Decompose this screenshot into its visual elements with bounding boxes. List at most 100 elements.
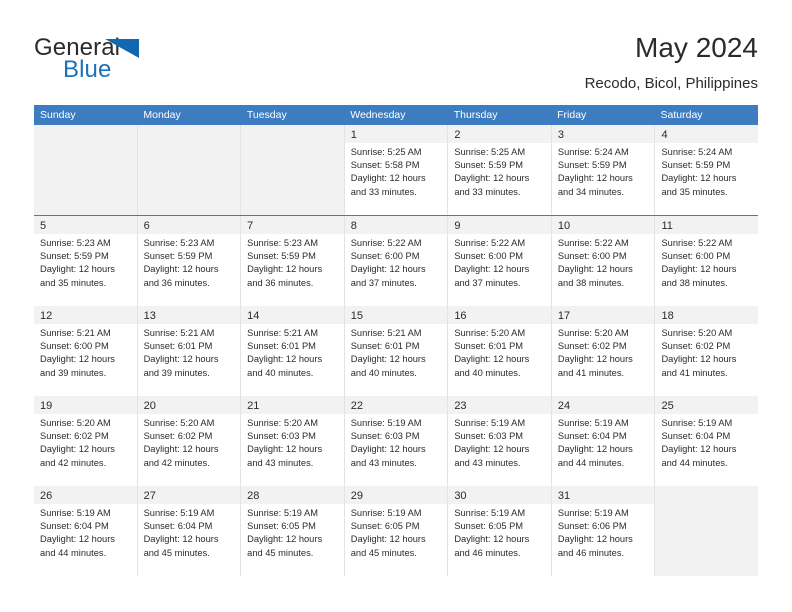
daylight-text-line2: and 34 minutes. xyxy=(557,186,625,197)
day-cell[interactable]: 30 Sunrise: 5:19 AM Sunset: 6:05 PM Dayligh… xyxy=(447,486,551,576)
day-number-bar: 13 xyxy=(137,306,241,324)
day-cell[interactable]: 19 Sunrise: 5:20 AM Sunset: 6:02 PM Dayligh… xyxy=(34,396,137,486)
day-number-bar: 21 xyxy=(241,396,344,414)
day-info: Sunrise: 5:21 AM Sunset: 6:01 PM Daylight:… xyxy=(138,324,241,380)
day-cell[interactable]: 6 Sunrise: 5:23 AM Sunset: 5:59 PM Daylight… xyxy=(136,216,241,306)
day-cell[interactable]: 24 Sunrise: 5:19 AM Sunset: 6:04 PM Dayligh… xyxy=(550,396,655,486)
day-info: Sunrise: 5:19 AM Sunset: 6:04 PM Daylight:… xyxy=(34,504,137,560)
sunset-text: Sunset: 5:59 PM xyxy=(143,251,213,262)
day-cell[interactable]: 28 Sunrise: 5:19 AM Sunset: 6:05 PM Dayligh… xyxy=(240,486,344,576)
day-cell[interactable]: 23 Sunrise: 5:19 AM Sunset: 6:03 PM Dayligh… xyxy=(447,396,551,486)
daylight-text-line2: and 38 minutes. xyxy=(661,277,728,288)
daylight-text-line2: and 39 minutes. xyxy=(40,367,107,378)
daylight-text-line2: and 40 minutes. xyxy=(350,367,417,378)
day-info: Sunrise: 5:20 AM Sunset: 6:02 PM Daylight:… xyxy=(138,414,241,470)
sunset-text: Sunset: 6:02 PM xyxy=(661,341,731,352)
day-number-bar: 10 xyxy=(551,216,655,234)
sunset-text: Sunset: 5:58 PM xyxy=(350,160,420,171)
day-cell[interactable]: 25 Sunrise: 5:19 AM Sunset: 6:04 PM Dayligh… xyxy=(654,396,759,486)
sunrise-text: Sunrise: 5:19 AM xyxy=(247,508,318,518)
day-cell[interactable]: 3 Sunrise: 5:24 AM Sunset: 5:59 PM Daylight… xyxy=(550,125,655,215)
day-cell[interactable]: 12 Sunrise: 5:21 AM Sunset: 6:00 PM Dayligh… xyxy=(34,306,137,396)
sunset-text: Sunset: 5:59 PM xyxy=(40,251,109,262)
weekday-header-monday: Monday xyxy=(143,109,181,121)
day-number: 27 xyxy=(143,490,156,502)
day-cell[interactable]: 13 Sunrise: 5:21 AM Sunset: 6:01 PM Dayligh… xyxy=(136,306,241,396)
day-cell[interactable]: 10 Sunrise: 5:22 AM Sunset: 6:00 PM Dayligh… xyxy=(550,216,655,306)
sunset-text: Sunset: 6:03 PM xyxy=(454,431,524,442)
daylight-text-line2: and 42 minutes. xyxy=(40,457,107,468)
sunset-text: Sunset: 6:00 PM xyxy=(40,341,109,352)
day-cell[interactable]: 1 Sunrise: 5:25 AM Sunset: 5:58 PM Daylight… xyxy=(343,125,448,215)
day-number: 21 xyxy=(247,400,260,412)
day-cell[interactable]: 8 Sunrise: 5:22 AM Sunset: 6:00 PM Daylight… xyxy=(343,216,448,306)
sunrise-text: Sunrise: 5:19 AM xyxy=(661,418,733,428)
day-number: 12 xyxy=(40,310,53,322)
sunset-text: Sunset: 6:01 PM xyxy=(454,341,524,352)
day-cell[interactable]: 2 Sunrise: 5:25 AM Sunset: 5:59 PM Daylight… xyxy=(447,125,551,215)
day-cell[interactable]: 31 Sunrise: 5:19 AM Sunset: 6:06 PM Dayligh… xyxy=(550,486,655,576)
sunrise-text: Sunrise: 5:19 AM xyxy=(557,508,629,518)
sunrise-text: Sunrise: 5:25 AM xyxy=(350,147,422,157)
day-number: 22 xyxy=(350,400,363,412)
day-cell[interactable]: 7 Sunrise: 5:23 AM Sunset: 5:59 PM Daylight… xyxy=(240,216,344,306)
day-number: 9 xyxy=(454,220,461,232)
sunrise-text: Sunrise: 5:20 AM xyxy=(143,418,215,428)
day-cell[interactable]: 17 Sunrise: 5:20 AM Sunset: 6:02 PM Dayligh… xyxy=(550,306,655,396)
sunrise-text: Sunrise: 5:24 AM xyxy=(661,147,733,157)
day-number: 17 xyxy=(557,310,571,322)
daylight-text-line1: Daylight: 12 hours xyxy=(661,173,737,184)
day-cell[interactable]: 9 Sunrise: 5:22 AM Sunset: 6:00 PM Daylight… xyxy=(447,216,551,306)
day-cell[interactable]: 27 Sunrise: 5:19 AM Sunset: 6:04 PM Dayligh… xyxy=(136,486,241,576)
day-info: Sunrise: 5:20 AM Sunset: 6:02 PM Daylight:… xyxy=(552,324,655,380)
day-cell[interactable]: 16 Sunrise: 5:20 AM Sunset: 6:01 PM Dayligh… xyxy=(447,306,551,396)
day-number: 2 xyxy=(454,129,461,141)
calendar-week-row: 12 Sunrise: 5:21 AM Sunset: 6:00 PM Dayligh… xyxy=(34,305,759,396)
day-cell[interactable]: 29 Sunrise: 5:19 AM Sunset: 6:05 PM Dayligh… xyxy=(343,486,448,576)
sunrise-text: Sunrise: 5:20 AM xyxy=(454,328,526,338)
sunrise-text: Sunrise: 5:20 AM xyxy=(40,418,111,428)
day-number: 20 xyxy=(143,400,156,412)
day-info: Sunrise: 5:19 AM Sunset: 6:04 PM Daylight:… xyxy=(655,414,758,470)
daylight-text-line2: and 35 minutes. xyxy=(661,186,728,197)
day-info: Sunrise: 5:22 AM Sunset: 6:00 PM Daylight:… xyxy=(448,234,551,290)
sunrise-text: Sunrise: 5:22 AM xyxy=(661,238,733,248)
sunrise-text: Sunrise: 5:19 AM xyxy=(350,508,422,518)
day-cell[interactable]: 5 Sunrise: 5:23 AM Sunset: 5:59 PM Daylight… xyxy=(34,216,137,306)
daylight-text-line1: Daylight: 12 hours xyxy=(350,444,426,455)
day-cell[interactable]: 15 Sunrise: 5:21 AM Sunset: 6:01 PM Dayligh… xyxy=(343,306,448,396)
daylight-text-line1: Daylight: 12 hours xyxy=(40,264,115,275)
brand-logo[interactable]: General Blue xyxy=(34,34,194,94)
day-number: 30 xyxy=(454,490,467,502)
calendar-weeks: 1 Sunrise: 5:25 AM Sunset: 5:58 PM Daylight… xyxy=(34,125,759,576)
daylight-text-line2: and 40 minutes. xyxy=(454,367,521,378)
day-cell[interactable]: 11 Sunrise: 5:22 AM Sunset: 6:00 PM Dayligh… xyxy=(654,216,759,306)
daylight-text-line1: Daylight: 12 hours xyxy=(454,534,530,545)
day-number-bar: 25 xyxy=(655,396,759,414)
day-number: 5 xyxy=(40,220,47,232)
day-cell[interactable]: 21 Sunrise: 5:20 AM Sunset: 6:03 PM Dayligh… xyxy=(240,396,344,486)
sunset-text: Sunset: 6:05 PM xyxy=(350,521,420,532)
daylight-text-line1: Daylight: 12 hours xyxy=(350,264,426,275)
sunset-text: Sunset: 6:01 PM xyxy=(350,341,420,352)
day-cell[interactable]: 22 Sunrise: 5:19 AM Sunset: 6:03 PM Dayligh… xyxy=(343,396,448,486)
day-cell[interactable]: 18 Sunrise: 5:20 AM Sunset: 6:02 PM Dayligh… xyxy=(654,306,759,396)
sunset-text: Sunset: 6:03 PM xyxy=(247,431,316,442)
day-number-bar: 3 xyxy=(551,125,655,143)
daylight-text-line2: and 43 minutes. xyxy=(247,457,314,468)
daylight-text-line2: and 43 minutes. xyxy=(350,457,417,468)
sunrise-text: Sunrise: 5:23 AM xyxy=(247,238,318,248)
daylight-text-line1: Daylight: 12 hours xyxy=(143,534,219,545)
day-cell[interactable]: 20 Sunrise: 5:20 AM Sunset: 6:02 PM Dayligh… xyxy=(136,396,241,486)
day-cell[interactable]: 14 Sunrise: 5:21 AM Sunset: 6:01 PM Dayligh… xyxy=(240,306,344,396)
day-number: 18 xyxy=(661,310,674,322)
day-info: Sunrise: 5:23 AM Sunset: 5:59 PM Daylight:… xyxy=(34,234,137,290)
day-info: Sunrise: 5:20 AM Sunset: 6:02 PM Daylight:… xyxy=(34,414,137,470)
day-cell[interactable]: 26 Sunrise: 5:19 AM Sunset: 6:04 PM Dayligh… xyxy=(34,486,137,576)
day-info: Sunrise: 5:19 AM Sunset: 6:04 PM Daylight:… xyxy=(552,414,655,470)
day-cell[interactable]: 4 Sunrise: 5:24 AM Sunset: 5:59 PM Daylight… xyxy=(654,125,759,215)
weekday-header-thursday: Thursday xyxy=(453,109,498,121)
day-cell-empty xyxy=(34,125,137,215)
day-info: Sunrise: 5:24 AM Sunset: 5:59 PM Daylight:… xyxy=(552,143,655,199)
day-number: 4 xyxy=(661,129,668,141)
